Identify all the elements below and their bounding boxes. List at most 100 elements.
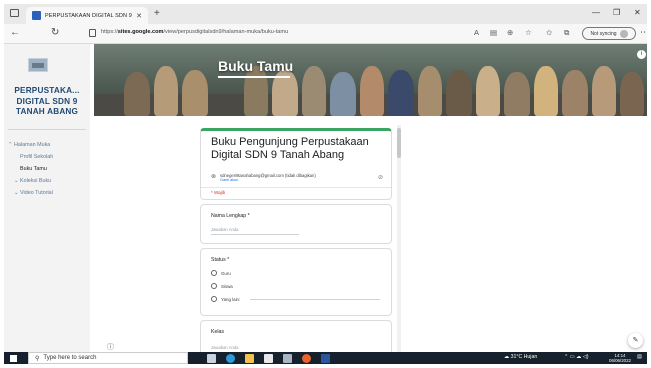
radio-label: Yang lain: — [221, 296, 241, 302]
form-header-card: Buku Pengunjung Perpustakaan Digital SDN… — [200, 128, 392, 200]
new-tab-icon[interactable]: + — [154, 8, 160, 19]
sidebar-item-koleksi-buku[interactable]: ⌄ Koleksi Buku — [14, 178, 51, 184]
screen: PERPUSTAKAAN DIGITAL SDN 9 ✕ + — ❐ ✕ ← ↻… — [4, 4, 647, 364]
avatar — [619, 29, 628, 38]
radio-option-other[interactable]: Yang lain: — [211, 296, 381, 302]
firefox-icon[interactable] — [302, 354, 311, 363]
radio-button[interactable] — [211, 270, 217, 276]
sidebar-item-label: Koleksi Buku — [20, 178, 52, 184]
form-scrollbar[interactable] — [397, 125, 401, 352]
windows-start-icon[interactable] — [10, 355, 17, 362]
favorite-icon[interactable]: ☆ — [525, 28, 532, 37]
notifications-icon[interactable]: ▤ — [637, 354, 642, 360]
sidebar-divider — [8, 129, 86, 130]
switch-account-link[interactable]: Ganti akun — [220, 178, 238, 182]
url-path: /view/perpusdigitalsdn9/halaman-muka/buk… — [163, 29, 289, 35]
url-domain: sites.google.com — [117, 29, 164, 35]
cloud-off-icon: ⊘ — [377, 175, 383, 181]
lock-icon[interactable] — [89, 29, 96, 37]
question-card-kelas: Kelas Jawaban Anda — [200, 320, 392, 352]
radio-option-guru[interactable]: Guru — [211, 270, 231, 276]
page-title: Buku Tamu — [218, 58, 294, 74]
sidebar-item-profil-sekolah[interactable]: Profil Sekolah — [20, 154, 53, 160]
sidebar-item-label: Video Tutorial — [20, 190, 53, 196]
taskbar-search[interactable]: ⚲ Type here to search — [28, 352, 188, 364]
minimize-icon[interactable]: — — [592, 8, 600, 17]
close-window-icon[interactable]: ✕ — [634, 8, 641, 17]
banner-photo-person — [124, 72, 150, 116]
collections-icon[interactable]: ⧉ — [564, 28, 569, 38]
question-card-nama: Nama Lengkap * Jawaban Anda — [200, 204, 392, 244]
file-explorer-icon[interactable] — [245, 354, 254, 363]
radio-option-siswa[interactable]: Siswa — [211, 283, 233, 289]
back-icon[interactable]: ← — [10, 27, 20, 38]
close-tab-icon[interactable]: ✕ — [136, 12, 142, 20]
banner-photo-person — [388, 70, 414, 116]
read-aloud-icon[interactable]: A — [474, 28, 479, 37]
banner-photo-person — [154, 66, 178, 116]
nama-lengkap-input[interactable]: Jawaban Anda — [211, 227, 299, 235]
weather-widget[interactable]: ☁ 31°C Hujan — [504, 354, 537, 360]
site-info-icon[interactable]: ⓘ — [107, 342, 114, 352]
site-logo[interactable] — [28, 58, 48, 72]
tab-actions-icon[interactable] — [10, 9, 19, 17]
site-sidebar: PERPUSTAKA... DIGITAL SDN 9 TANAH ABANG … — [4, 44, 90, 352]
info-badge-icon[interactable]: i — [637, 50, 646, 59]
more-options-icon[interactable]: ⋯ — [640, 27, 647, 38]
input-placeholder: Jawaban Anda — [211, 345, 239, 350]
search-icon: ⚲ — [35, 355, 40, 362]
reader-icon[interactable]: ▤ — [490, 28, 497, 37]
sidebar-item-halaman-muka[interactable]: ⌃ Halaman Muka — [8, 142, 50, 148]
question-label: Nama Lengkap * — [211, 213, 250, 219]
header-banner: Buku Tamu i — [94, 44, 647, 116]
question-label: Status * — [211, 257, 230, 263]
banner-photo-person — [418, 66, 442, 116]
clock-date: 06/06/2022 — [609, 358, 631, 363]
radio-button[interactable] — [211, 283, 217, 289]
radio-label: Siswa — [221, 283, 233, 289]
radio-button[interactable] — [211, 296, 217, 302]
browser-tab-strip: PERPUSTAKAAN DIGITAL SDN 9 ✕ + — ❐ ✕ — [4, 4, 647, 24]
weather-text: 31°C Hujan — [510, 354, 538, 360]
embedded-form: Buku Pengunjung Perpustakaan Digital SDN… — [200, 128, 392, 352]
banner-photo-person — [302, 66, 326, 116]
store-icon[interactable] — [264, 354, 273, 363]
sidebar-item-video-tutorial[interactable]: ⌄ Video Tutorial — [14, 190, 53, 196]
radio-label: Guru — [221, 270, 231, 276]
site-title[interactable]: PERPUSTAKA... DIGITAL SDN 9 TANAH ABANG — [7, 86, 87, 118]
page-content: PERPUSTAKA... DIGITAL SDN 9 TANAH ABANG … — [4, 44, 647, 352]
edit-icon[interactable]: ✎ — [628, 333, 643, 348]
task-view-icon[interactable] — [207, 354, 216, 363]
banner-photo-person — [476, 66, 500, 116]
header-divider — [201, 187, 391, 188]
question-label: Kelas — [211, 329, 224, 335]
account-icon: ⊗ — [211, 174, 217, 180]
restore-icon[interactable]: ❐ — [613, 8, 620, 17]
banner-photo-person — [182, 70, 208, 116]
sidebar-item-label: Profil Sekolah — [20, 154, 54, 160]
address-bar[interactable]: https://sites.google.com/view/perpusdigi… — [101, 29, 288, 35]
kelas-input[interactable]: Jawaban Anda — [211, 345, 299, 352]
browser-tab[interactable]: PERPUSTAKAAN DIGITAL SDN 9 ✕ — [26, 7, 148, 24]
word-icon[interactable] — [321, 354, 330, 363]
refresh-icon[interactable]: ↻ — [51, 27, 59, 38]
banner-photo-person — [330, 72, 356, 116]
sidebar-item-label: Halaman Muka — [14, 142, 51, 148]
banner-photo-person — [592, 66, 616, 116]
banner-photo-person — [446, 70, 472, 116]
clock[interactable]: 14:14 06/06/2022 — [609, 353, 631, 363]
favorites-icon[interactable]: ✩ — [546, 28, 552, 37]
banner-photo-person — [504, 72, 530, 116]
sync-label: Not syncing — [590, 30, 617, 37]
banner-photo-person — [562, 70, 588, 116]
other-text-input[interactable] — [250, 298, 381, 300]
zoom-icon[interactable]: ⊕ — [507, 28, 513, 37]
profile-sync-button[interactable]: Not syncing — [582, 27, 636, 40]
sidebar-item-buku-tamu[interactable]: Buku Tamu — [20, 166, 47, 172]
system-tray-icons[interactable]: ⌃ ▭ ☁ ◁) — [564, 354, 588, 360]
app-icon[interactable] — [283, 354, 292, 363]
edge-icon[interactable] — [226, 354, 235, 363]
search-placeholder: Type here to search — [43, 355, 97, 361]
account-row: ⊗ sdnegeri9tanahabang@gmail.com (tidak d… — [211, 173, 383, 185]
banner-photo-person — [534, 66, 558, 116]
